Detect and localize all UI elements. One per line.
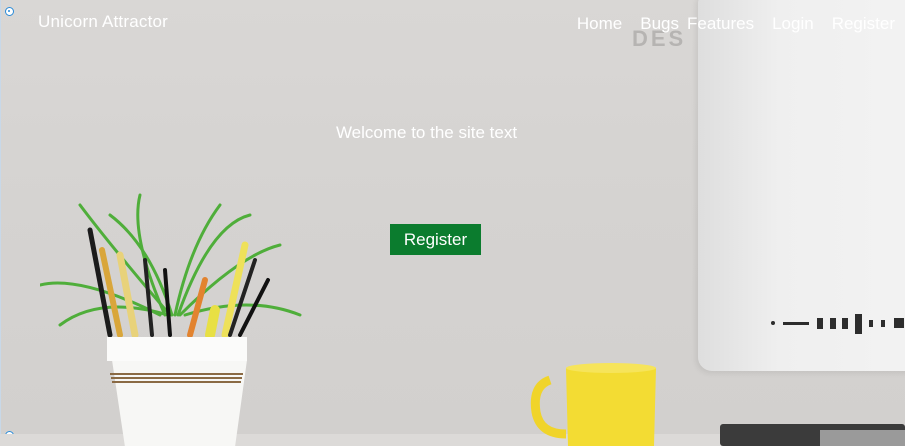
monitor-image xyxy=(698,0,905,371)
coffee-mug-image xyxy=(530,363,656,446)
keyboard-edge xyxy=(820,430,905,446)
nav-bugs[interactable]: Bugs xyxy=(631,14,683,34)
left-gutter xyxy=(0,0,1,446)
welcome-text: Welcome to the site text xyxy=(335,123,518,142)
register-button[interactable]: Register xyxy=(390,224,481,255)
main-nav: Home Bugs Features Login Register xyxy=(568,14,895,34)
nav-register[interactable]: Register xyxy=(823,14,895,34)
marker-top-icon xyxy=(5,7,14,16)
hero-background: DES Unicorn Attractor Home Bugs Features… xyxy=(0,0,905,446)
brand-logo[interactable]: Unicorn Attractor xyxy=(38,12,168,32)
nav-home[interactable]: Home xyxy=(568,14,631,34)
nav-login[interactable]: Login xyxy=(763,14,823,34)
nav-features[interactable]: Features xyxy=(683,14,763,34)
plant-image xyxy=(40,193,302,446)
